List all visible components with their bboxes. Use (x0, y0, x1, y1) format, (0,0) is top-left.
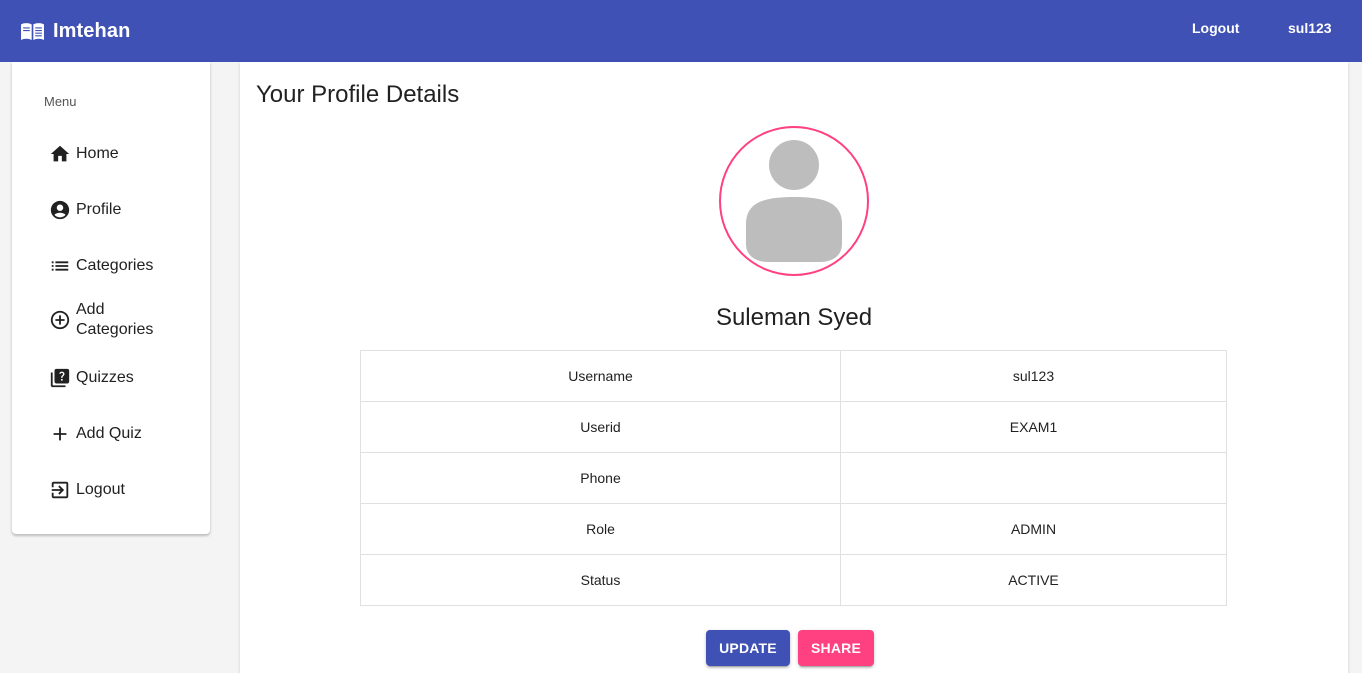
navbar-username-link[interactable]: sul123 (1288, 20, 1332, 36)
role-label: Role (360, 503, 841, 555)
table-row: Phone (360, 452, 1227, 504)
sidebar-item-categories[interactable]: Categories (48, 254, 198, 278)
status-label: Status (360, 554, 841, 606)
table-row: Username sul123 (360, 350, 1227, 402)
avatar (719, 126, 869, 276)
sidebar-item-label: Home (76, 145, 119, 162)
sidebar-item-logout[interactable]: Logout (48, 478, 198, 502)
sidebar-item-profile[interactable]: Profile (48, 198, 198, 222)
home-icon (48, 142, 72, 166)
quiz-icon (48, 366, 72, 390)
sidebar-item-quizzes[interactable]: Quizzes (48, 366, 198, 390)
sidebar-item-label: Logout (76, 481, 125, 498)
logout-icon (48, 478, 72, 502)
sidebar-item-label: Categories (76, 257, 154, 274)
profile-card: Your Profile Details Suleman Syed Userna… (240, 62, 1348, 673)
profile-name: Suleman Syed (715, 304, 873, 331)
username-value: sul123 (840, 350, 1227, 402)
plus-icon (48, 422, 72, 446)
sidebar: Menu Home Profile Categories Add Categor… (12, 62, 210, 534)
table-row: Role ADMIN (360, 503, 1227, 555)
sidebar-item-add-quiz[interactable]: Add Quiz (48, 422, 198, 446)
table-row: Userid EXAM1 (360, 401, 1227, 453)
sidebar-item-add-categories[interactable]: Add Categories (48, 300, 198, 340)
user-avatar-icon (746, 140, 842, 262)
phone-label: Phone (360, 452, 841, 504)
sidebar-item-label: Profile (76, 201, 122, 218)
brand-title: Imtehan (53, 19, 131, 42)
phone-value (840, 452, 1227, 504)
navbar-logout-link[interactable]: Logout (1192, 20, 1239, 36)
sidebar-item-home[interactable]: Home (48, 142, 198, 166)
book-icon (21, 22, 44, 40)
sidebar-item-label: Quizzes (76, 369, 134, 386)
top-navbar: Imtehan Logout sul123 (0, 0, 1362, 62)
username-label: Username (360, 350, 841, 402)
page-title: Your Profile Details (256, 81, 460, 108)
sidebar-menu-title: Menu (44, 94, 77, 109)
role-value: ADMIN (840, 503, 1227, 555)
profile-details-table: Username sul123 Userid EXAM1 Phone Role … (360, 350, 1227, 606)
userid-value: EXAM1 (840, 401, 1227, 453)
update-button[interactable]: UPDATE (706, 630, 790, 666)
add-circle-outline-icon (48, 308, 72, 332)
sidebar-item-label: Add Categories (76, 301, 154, 338)
list-icon (48, 254, 72, 278)
sidebar-item-label: Add Quiz (76, 425, 142, 442)
account-circle-icon (48, 198, 72, 222)
status-value: ACTIVE (840, 554, 1227, 606)
share-button[interactable]: SHARE (798, 630, 874, 666)
brand[interactable]: Imtehan (20, 17, 130, 45)
table-row: Status ACTIVE (360, 554, 1227, 606)
userid-label: Userid (360, 401, 841, 453)
